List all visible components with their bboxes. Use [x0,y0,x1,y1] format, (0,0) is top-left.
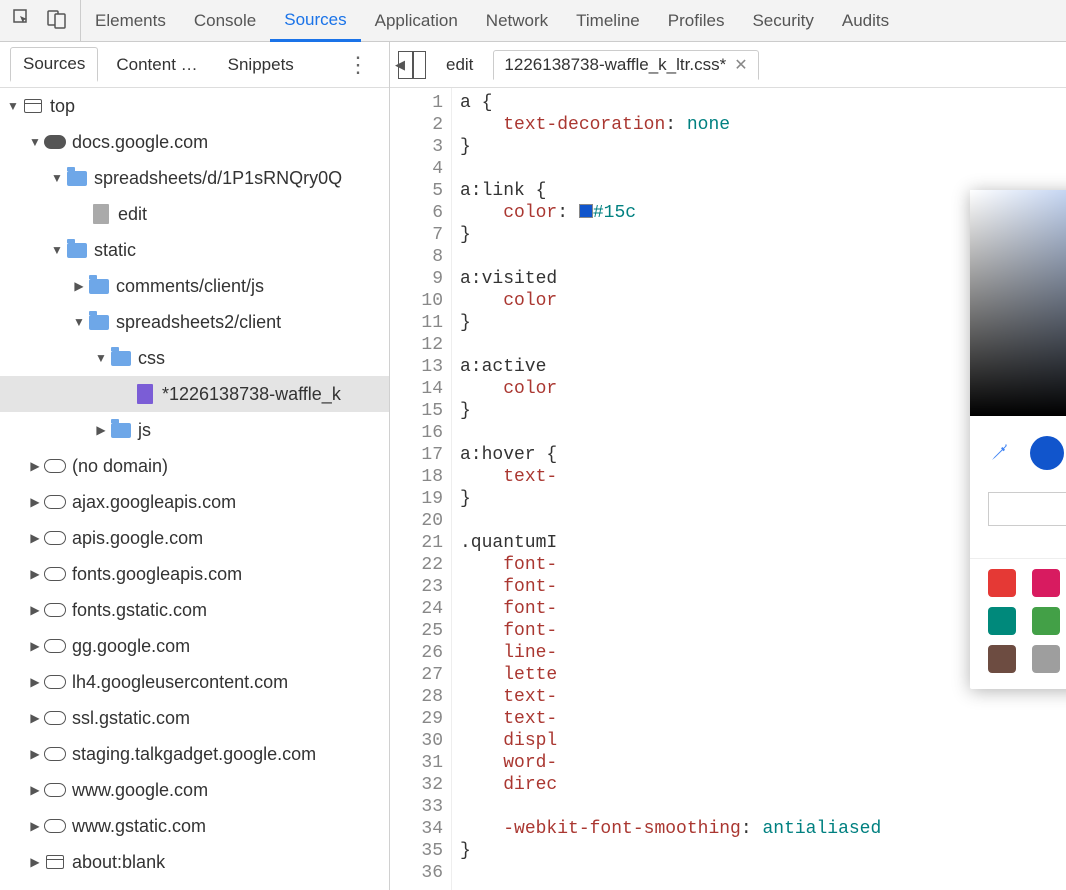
tree-row-domain[interactable]: ▶ajax.googleapis.com [0,484,389,520]
palette-swatch[interactable] [1032,607,1060,635]
palette-swatch[interactable] [988,645,1016,673]
tree-row-domain[interactable]: ▼docs.google.com [0,124,389,160]
tree-label: fonts.googleapis.com [72,564,242,585]
swatch-palette: ▲▼ [970,558,1066,689]
tree-row-domain[interactable]: ▶fonts.gstatic.com [0,592,389,628]
tree-label: (no domain) [72,456,168,477]
panel-tab-application[interactable]: Application [361,0,472,41]
tree-label: css [138,348,165,369]
editor-tab-label: 1226138738-waffle_k_ltr.css* [504,55,726,75]
tree-label: comments/client/js [116,276,264,297]
file-tree: ▼top ▼docs.google.com ▼spreadsheets/d/1P… [0,88,389,890]
tree-label: apis.google.com [72,528,203,549]
tree-row-domain[interactable]: ▶www.google.com [0,772,389,808]
editor-tab-css[interactable]: 1226138738-waffle_k_ltr.css* ✕ [493,50,758,80]
tree-row-folder[interactable]: ▶js [0,412,389,448]
device-toggle-icon[interactable] [46,8,68,33]
code-body: 1234567891011121314151617181920212223242… [390,88,1066,890]
close-icon[interactable]: ✕ [734,55,747,75]
line-gutter: 1234567891011121314151617181920212223242… [390,88,452,890]
tree-label: lh4.googleusercontent.com [72,672,288,693]
panel-tabs: ElementsConsoleSourcesApplicationNetwork… [81,0,903,41]
tree-label: gg.google.com [72,636,190,657]
tree-row-folder[interactable]: ▼static [0,232,389,268]
editor-tabs: ◀ edit 1226138738-waffle_k_ltr.css* ✕ [390,42,1066,88]
editor-area: ◀ edit 1226138738-waffle_k_ltr.css* ✕ 12… [390,42,1066,890]
tree-row-domain[interactable]: ▶www.gstatic.com [0,808,389,844]
hex-input[interactable] [988,492,1066,526]
tree-row-file[interactable]: edit [0,196,389,232]
more-icon[interactable]: ⋮ [337,52,379,78]
tree-label: js [138,420,151,441]
tree-row-folder[interactable]: ▶comments/client/js [0,268,389,304]
tree-label: *1226138738-waffle_k [162,384,341,405]
palette-swatch[interactable] [1032,569,1060,597]
palette-swatch[interactable] [988,569,1016,597]
tree-label: static [94,240,136,261]
tree-row-domain[interactable]: ▶fonts.googleapis.com [0,556,389,592]
tree-label: staging.talkgadget.google.com [72,744,316,765]
panel-tab-security[interactable]: Security [738,0,827,41]
tree-label: spreadsheets/d/1P1sRNQry0Q [94,168,342,189]
tree-label: docs.google.com [72,132,208,153]
tree-row-domain[interactable]: ▶(no domain) [0,448,389,484]
tree-label: edit [118,204,147,225]
sidebar-tabs: Sources Content … Snippets ⋮ [0,42,389,88]
eyedropper-icon[interactable] [988,440,1012,467]
tree-label: www.google.com [72,780,208,801]
saturation-area[interactable] [970,190,1066,416]
sidebar-tab-snippets[interactable]: Snippets [216,49,306,81]
tree-label: fonts.gstatic.com [72,600,207,621]
inspect-icon[interactable] [12,8,34,33]
editor-tab-edit[interactable]: edit [436,51,483,79]
palette-swatch[interactable] [988,607,1016,635]
hex-label: HEX [988,530,1066,546]
devtools-panel-bar: ElementsConsoleSourcesApplicationNetwork… [0,0,1066,42]
tree-row-frame[interactable]: ▶about:blank [0,844,389,880]
color-picker: HEX ▲▼ ▲▼ [970,190,1066,689]
tree-row-domain[interactable]: ▶lh4.googleusercontent.com [0,664,389,700]
panel-tab-audits[interactable]: Audits [828,0,903,41]
tree-label: spreadsheets2/client [116,312,281,333]
tree-label: www.gstatic.com [72,816,206,837]
panel-tab-network[interactable]: Network [472,0,562,41]
sidebar-tab-content[interactable]: Content … [104,49,209,81]
panel-tab-profiles[interactable]: Profiles [654,0,739,41]
sources-sidebar: Sources Content … Snippets ⋮ ▼top ▼docs.… [0,42,390,890]
panel-icon-group [0,0,81,41]
tree-row-folder[interactable]: ▼css [0,340,389,376]
palette-swatch[interactable] [1032,645,1060,673]
tree-row-folder[interactable]: ▼spreadsheets/d/1P1sRNQry0Q [0,160,389,196]
tree-row-domain[interactable]: ▶ssl.gstatic.com [0,700,389,736]
tree-row-domain[interactable]: ▶apis.google.com [0,520,389,556]
main-area: Sources Content … Snippets ⋮ ▼top ▼docs.… [0,42,1066,890]
toggle-navigator-icon[interactable]: ◀ [398,51,426,79]
tree-row-domain[interactable]: ▶staging.talkgadget.google.com [0,736,389,772]
tree-label: about:blank [72,852,165,873]
sidebar-tab-sources[interactable]: Sources [10,47,98,82]
panel-tab-sources[interactable]: Sources [270,0,360,42]
tree-row-file-selected[interactable]: *1226138738-waffle_k [0,376,389,412]
tree-label: ssl.gstatic.com [72,708,190,729]
current-color-swatch [1030,436,1064,470]
tree-label: ajax.googleapis.com [72,492,236,513]
tree-row-folder[interactable]: ▼spreadsheets2/client [0,304,389,340]
tree-row-top[interactable]: ▼top [0,88,389,124]
panel-tab-timeline[interactable]: Timeline [562,0,654,41]
panel-tab-elements[interactable]: Elements [81,0,180,41]
panel-tab-console[interactable]: Console [180,0,270,41]
tree-label: top [50,96,75,117]
tree-row-domain[interactable]: ▶gg.google.com [0,628,389,664]
